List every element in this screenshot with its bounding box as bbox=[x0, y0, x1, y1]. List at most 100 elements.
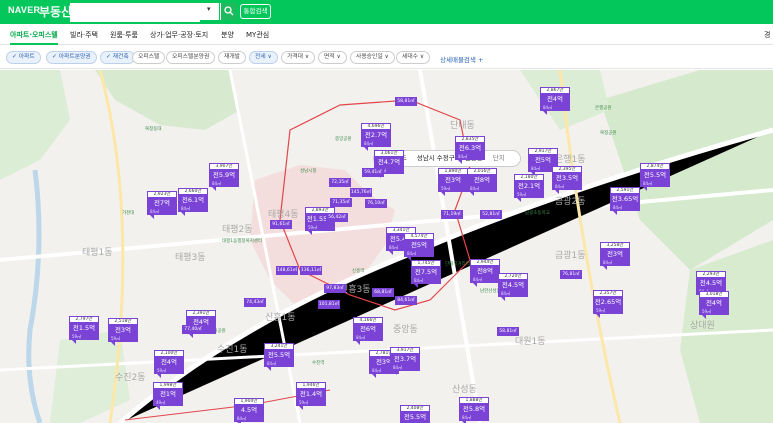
filter-trade-type[interactable]: 전세 ∨ bbox=[249, 51, 278, 64]
marker-tail bbox=[267, 367, 271, 371]
cluster-marker[interactable]: 52,81㎡ bbox=[480, 210, 502, 219]
tab-commercial[interactable]: 상가·업무·공장·토지 bbox=[150, 30, 208, 40]
map-canvas[interactable]: 태평4동 태평3동 태평1동 태평2동 신흥3동 신흥1동 수진1동 수진2동 … bbox=[0, 70, 773, 423]
price-marker[interactable]: 3,241만 전5.5억 84㎡ bbox=[264, 343, 294, 371]
filter-reconstruction[interactable]: ✓ 재건축 bbox=[100, 51, 135, 64]
filter-approval-date[interactable]: 사용승인일 ∨ bbox=[350, 51, 395, 64]
cluster-marker[interactable]: 68,81㎡ bbox=[372, 288, 394, 297]
cluster-marker[interactable]: 76,10㎡ bbox=[365, 199, 387, 208]
marker-tail bbox=[441, 192, 445, 196]
price-marker[interactable]: 2,016만 전8억 84㎡ bbox=[467, 168, 497, 196]
service-title[interactable]: 부동산 bbox=[39, 3, 72, 20]
place-label: 은행공원 bbox=[595, 106, 612, 111]
price-marker[interactable]: 1,888만 전5.8억 84㎡ bbox=[459, 397, 489, 423]
price-marker[interactable]: 1,998만 전1억 49㎡ bbox=[153, 382, 183, 410]
cluster-marker[interactable]: 74,43㎡ bbox=[244, 298, 266, 307]
cluster-marker[interactable]: 101,81㎡ bbox=[318, 300, 340, 309]
cluster-marker[interactable]: 145,76㎡ bbox=[350, 188, 372, 197]
naver-logo[interactable]: NAVER bbox=[8, 5, 40, 15]
price-marker[interactable]: 1,890만 전3억 59㎡ bbox=[438, 168, 468, 196]
price-marker[interactable]: 2,180만 전2.1억 59㎡ bbox=[514, 174, 544, 202]
cluster-marker[interactable]: 56,42㎡ bbox=[326, 213, 348, 222]
cluster-marker[interactable]: 148,61㎡ bbox=[276, 266, 298, 275]
tab-auction[interactable]: 경 bbox=[764, 30, 770, 40]
cluster-marker[interactable]: 91,61㎡ bbox=[270, 220, 292, 229]
price-marker[interactable]: 2,357만 전2.65억 59㎡ bbox=[593, 290, 623, 318]
marker-count-label: 2,720만 bbox=[498, 273, 528, 280]
tab-apartment-officetel[interactable]: 아파트·오피스텔 bbox=[10, 30, 58, 45]
price-marker[interactable]: 3,907만 전5.9억 84㎡ bbox=[209, 163, 239, 191]
price-marker[interactable]: 2,944만 전8억 84㎡ bbox=[470, 259, 500, 287]
filter-redevelopment[interactable]: 재개발 bbox=[218, 51, 246, 64]
tab-oneroom-tworoom[interactable]: 원룸·투룸 bbox=[110, 30, 138, 40]
filter-officetel[interactable]: 오피스텔 bbox=[132, 51, 166, 64]
cluster-marker[interactable]: 58,81㎡ bbox=[395, 97, 417, 106]
price-marker[interactable]: 4,166만 전6억 84㎡ bbox=[353, 317, 383, 345]
cluster-marker[interactable]: 136,11㎡ bbox=[300, 266, 322, 275]
price-marker[interactable]: 2,923만 전7억 84㎡ bbox=[147, 191, 177, 219]
search-input[interactable] bbox=[70, 5, 200, 22]
place-label: 수진역 bbox=[312, 361, 325, 366]
price-marker[interactable]: 2,100만 전4억 59㎡ bbox=[154, 350, 184, 378]
price-marker[interactable]: 1,904만 4.5억 84㎡ bbox=[234, 398, 264, 423]
tab-my-interest[interactable]: MY관심 bbox=[246, 30, 269, 40]
marker-price: 전8억 bbox=[467, 175, 497, 186]
marker-count-label: 2,391만 bbox=[186, 310, 216, 317]
price-marker[interactable]: 2,660만 전6.1억 84㎡ bbox=[178, 188, 208, 216]
tab-presale[interactable]: 분양 bbox=[221, 30, 234, 40]
marker-price: 전6.3억 bbox=[455, 143, 485, 154]
area-label: 신흥1동 bbox=[265, 313, 296, 323]
marker-tail bbox=[299, 406, 303, 410]
price-marker[interactable]: 4,696만 전2.7억 84㎡ bbox=[361, 123, 391, 151]
marker-price: 4.5억 bbox=[234, 405, 264, 416]
location-city[interactable]: 성남시 수정구 bbox=[417, 154, 455, 162]
integrated-search-button[interactable]: 통합검색 bbox=[240, 4, 271, 19]
cluster-marker[interactable]: 71,19㎡ bbox=[441, 210, 463, 219]
marker-count-label: 2,293만 bbox=[696, 271, 726, 278]
filter-apartment[interactable]: ✓ 아파트 bbox=[6, 51, 41, 64]
cluster-marker[interactable]: 58,81㎡ bbox=[497, 327, 519, 336]
price-marker[interactable]: 2,835만 전6.3억 84㎡ bbox=[455, 136, 485, 164]
search-box[interactable] bbox=[70, 3, 219, 22]
price-marker[interactable]: 3,018만 전4억 59㎡ bbox=[699, 291, 729, 319]
marker-count-label: 2,835만 bbox=[455, 136, 485, 143]
search-button[interactable] bbox=[220, 3, 237, 20]
cluster-marker[interactable]: 72,35㎡ bbox=[329, 178, 351, 187]
marker-tail bbox=[603, 266, 607, 270]
filter-price[interactable]: 가격대 ∨ bbox=[281, 51, 316, 64]
detail-search-link[interactable]: 상세매물검색 + bbox=[440, 54, 483, 64]
price-marker[interactable]: 2,408만전5.5억84㎡ bbox=[400, 405, 430, 423]
price-marker[interactable]: 2,867만 전4억 84㎡ bbox=[540, 87, 570, 115]
price-marker[interactable]: 2,797만 전1.5억 59㎡ bbox=[69, 316, 99, 344]
marker-tail bbox=[702, 315, 706, 319]
marker-tail bbox=[643, 187, 647, 191]
area-label: 태평1동 bbox=[82, 248, 113, 258]
marker-price: 전3.7억 bbox=[390, 354, 420, 365]
price-marker[interactable]: 2,518만 전3억 59㎡ bbox=[108, 318, 138, 346]
price-marker[interactable]: 2,720만 전4.5억 84㎡ bbox=[498, 273, 528, 301]
tab-villa-house[interactable]: 빌라·주택 bbox=[70, 30, 98, 40]
filter-households[interactable]: 세대수 ∨ bbox=[396, 51, 431, 64]
cluster-marker[interactable]: 84,61㎡ bbox=[395, 296, 417, 305]
search-dropdown-caret-icon[interactable]: ▾ bbox=[207, 5, 211, 13]
price-marker[interactable]: 1,946만 전1.4억 59㎡ bbox=[296, 382, 326, 410]
cluster-marker[interactable]: 77,40㎡ bbox=[182, 325, 204, 334]
price-marker[interactable]: 3,917만 전3.7억 84㎡ bbox=[390, 347, 420, 375]
cluster-marker[interactable]: 71,35㎡ bbox=[330, 198, 352, 207]
filter-apartment-presale[interactable]: ✓ 아파트분양권 bbox=[46, 51, 97, 64]
cluster-marker[interactable]: 59,41㎡ bbox=[362, 168, 384, 177]
location-unit-toggle[interactable]: 단지 bbox=[493, 154, 505, 162]
price-marker[interactable]: 3,258만 전3억 84㎡ bbox=[600, 242, 630, 270]
price-marker[interactable]: 2,874만 전5.5억 84㎡ bbox=[640, 163, 670, 191]
filter-officetel-presale[interactable]: 오피스텔분양권 bbox=[166, 51, 216, 64]
price-marker[interactable]: 2,591만 전3.65억 84㎡ bbox=[610, 187, 640, 215]
filter-area[interactable]: 면적 ∨ bbox=[318, 51, 347, 64]
price-marker[interactable]: 2,395만 전3.5억 84㎡ bbox=[552, 166, 582, 194]
marker-price: 전1.5억 bbox=[69, 323, 99, 334]
marker-count-label: 2,180만 bbox=[514, 174, 544, 181]
cluster-marker[interactable]: 76,81㎡ bbox=[560, 270, 582, 279]
price-marker[interactable]: 4,574만 전5억 84㎡ bbox=[404, 233, 434, 261]
price-marker[interactable]: 1,745만 전7.5억 84㎡ bbox=[411, 260, 441, 288]
marker-tail bbox=[596, 314, 600, 318]
cluster-marker[interactable]: 97,83㎡ bbox=[324, 284, 346, 293]
